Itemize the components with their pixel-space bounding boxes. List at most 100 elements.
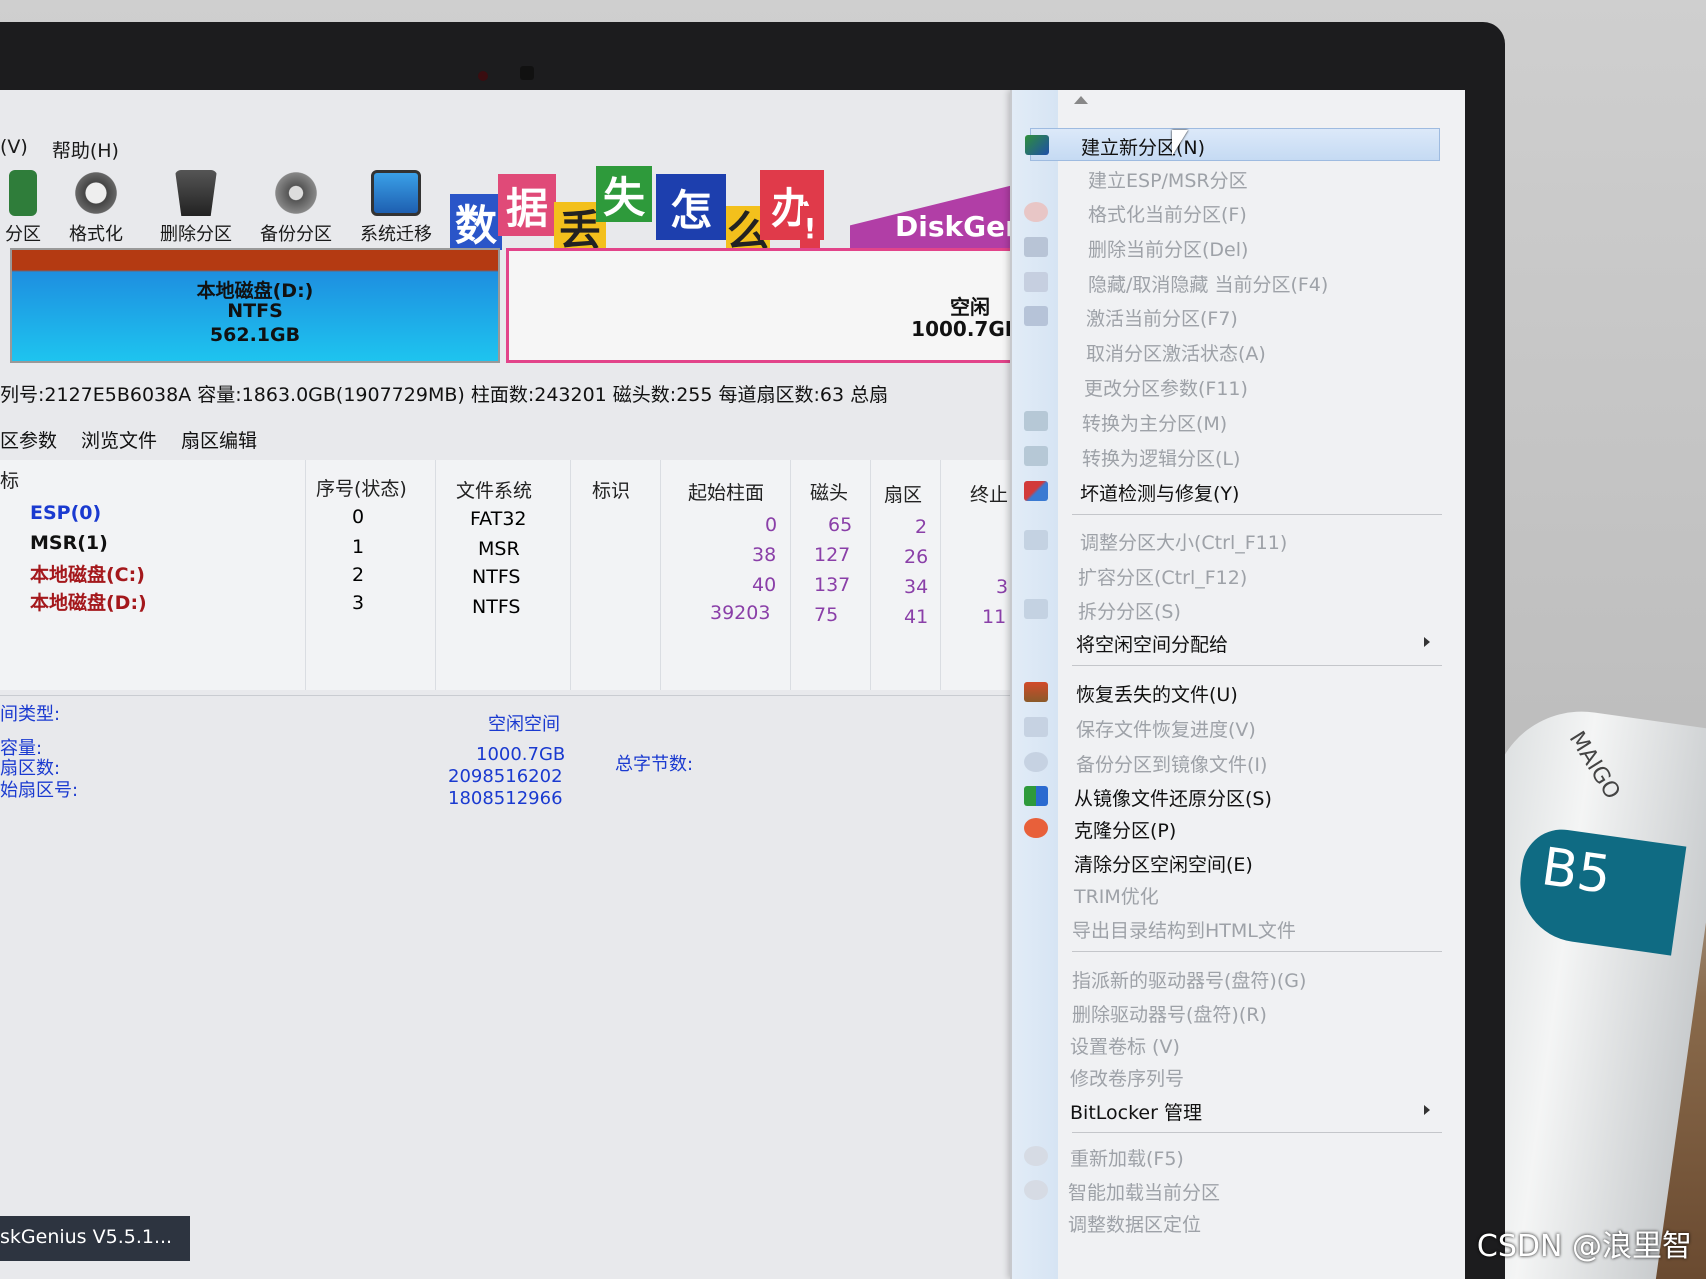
new-partition-icon bbox=[9, 170, 37, 216]
menu-item-to-primary[interactable]: 转换为主分区(M) bbox=[1012, 405, 1452, 438]
menu-item-label: 隐藏/取消隐藏 当前分区(F4) bbox=[1088, 274, 1329, 296]
tab-sector-edit[interactable]: 扇区编辑 bbox=[169, 426, 269, 456]
menu-item-change-params[interactable]: 更改分区参数(F11) bbox=[1012, 370, 1452, 403]
menu-item-wipe-free[interactable]: 清除分区空闲空间(E) bbox=[1012, 846, 1452, 879]
row-name: MSR(1) bbox=[30, 532, 108, 554]
banner-tile: 数 bbox=[450, 194, 502, 250]
menu-item-bitlocker[interactable]: BitLocker 管理 bbox=[1012, 1094, 1452, 1127]
free-label: 空闲 bbox=[950, 295, 990, 319]
menu-item-restore-image[interactable]: 从镜像文件还原分区(S) bbox=[1012, 780, 1452, 813]
menu-item-to-logical[interactable]: 转换为逻辑分区(L) bbox=[1012, 440, 1452, 473]
resize-icon bbox=[1024, 530, 1048, 550]
menu-item-label: 从镜像文件还原分区(S) bbox=[1074, 788, 1272, 810]
menu-item-label: 指派新的驱动器号(盘符)(G) bbox=[1072, 970, 1307, 992]
row-start-cyl: 38 bbox=[752, 544, 777, 566]
activate-icon bbox=[1024, 306, 1048, 326]
menu-item-backup-image[interactable]: 备份分区到镜像文件(I) bbox=[1012, 746, 1452, 779]
menu-item-hide[interactable]: 隐藏/取消隐藏 当前分区(F4) bbox=[1012, 266, 1452, 299]
menu-item-deactivate[interactable]: 取消分区激活状态(A) bbox=[1012, 335, 1452, 368]
taskbar-app-button[interactable]: skGenius V5.5.1... bbox=[0, 1216, 190, 1261]
column-header[interactable]: 标识 bbox=[592, 476, 630, 503]
menu-item-label: 清除分区空闲空间(E) bbox=[1074, 854, 1253, 876]
tool-label: 格式化 bbox=[69, 224, 123, 245]
format-icon bbox=[1024, 202, 1048, 222]
menu-item-label: 智能加载当前分区 bbox=[1068, 1182, 1221, 1204]
split-icon bbox=[1024, 599, 1048, 619]
menu-item-label: 导出目录结构到HTML文件 bbox=[1072, 920, 1296, 942]
webcam-icon bbox=[478, 71, 488, 81]
row-end: 11 bbox=[982, 606, 1007, 628]
row-head: 127 bbox=[814, 544, 851, 566]
menu-separator bbox=[1072, 665, 1442, 666]
menu-item-delete[interactable]: 删除当前分区(Del) bbox=[1012, 231, 1452, 264]
row-name: 本地磁盘(C:) bbox=[30, 564, 145, 586]
menu-item-adjust-data-area[interactable]: 调整数据区定位 bbox=[1012, 1206, 1452, 1239]
context-menu: 建立新分区(N) 建立ESP/MSR分区 格式化当前分区(F) 删除当前分区(D… bbox=[1010, 90, 1465, 1279]
restore-image-icon bbox=[1024, 786, 1048, 806]
menu-item-label: BitLocker 管理 bbox=[1070, 1102, 1202, 1124]
column-header[interactable]: 扇区 bbox=[884, 480, 922, 507]
partition-fs: NTFS bbox=[227, 300, 283, 322]
menu-item-smart-load[interactable]: 智能加载当前分区 bbox=[1012, 1174, 1452, 1207]
detail-start-sector-label: 始扇区号: bbox=[0, 780, 79, 801]
menu-item-label: 保存文件恢复进度(V) bbox=[1076, 719, 1256, 741]
banner-tile: 怎 bbox=[656, 174, 726, 240]
menu-item-resize[interactable]: 调整分区大小(Ctrl_F11) bbox=[1012, 524, 1452, 557]
column-divider bbox=[660, 460, 661, 690]
menu-separator bbox=[1072, 951, 1442, 952]
row-head: 137 bbox=[814, 574, 851, 596]
menu-item-assign-letter[interactable]: 指派新的驱动器号(盘符)(G) bbox=[1012, 962, 1452, 995]
column-header[interactable]: 起始柱面 bbox=[688, 478, 764, 505]
column-divider bbox=[870, 460, 871, 690]
menu-item-reload[interactable]: 重新加载(F5) bbox=[1012, 1140, 1452, 1173]
menu-item-recover-files[interactable]: 恢复丢失的文件(U) bbox=[1012, 676, 1452, 709]
column-header[interactable]: 磁头 bbox=[810, 478, 848, 505]
partition-d-block[interactable]: 本地磁盘(D:) NTFS 562.1GB bbox=[10, 248, 500, 363]
divider bbox=[0, 695, 1030, 696]
backup-partition-button[interactable]: 备份分区 bbox=[246, 166, 346, 246]
menu-item-create-esp-msr[interactable]: 建立ESP/MSR分区 bbox=[1012, 162, 1452, 195]
menu-item-format[interactable]: 格式化当前分区(F) bbox=[1012, 196, 1452, 229]
menu-item-export-html[interactable]: 导出目录结构到HTML文件 bbox=[1012, 912, 1452, 945]
menu-item-bad-sector[interactable]: 坏道检测与修复(Y) bbox=[1012, 475, 1452, 508]
column-divider bbox=[940, 460, 941, 690]
column-header[interactable]: 终止 bbox=[970, 480, 1008, 507]
menu-item-remove-letter[interactable]: 删除驱动器号(盘符)(R) bbox=[1012, 996, 1452, 1029]
menu-item-save-progress[interactable]: 保存文件恢复进度(V) bbox=[1012, 711, 1452, 744]
menu-item-split[interactable]: 拆分分区(S) bbox=[1012, 593, 1452, 626]
detail-sectors-value: 2098516202 bbox=[448, 766, 563, 787]
delete-partition-icon bbox=[175, 170, 217, 216]
menu-item-clone[interactable]: 克隆分区(P) bbox=[1012, 812, 1452, 845]
system-migrate-button[interactable]: 系统迁移 bbox=[346, 166, 446, 246]
menu-item-label: 转换为主分区(M) bbox=[1082, 413, 1228, 435]
menu-view[interactable]: (V) bbox=[0, 136, 28, 166]
menu-item-label: 拆分分区(S) bbox=[1078, 601, 1181, 623]
new-partition-button[interactable]: 分区 bbox=[0, 166, 46, 246]
submenu-arrow-icon bbox=[1424, 1105, 1430, 1115]
column-header[interactable]: 序号(状态) bbox=[316, 474, 407, 501]
menu-item-trim[interactable]: TRIM优化 bbox=[1012, 878, 1452, 911]
menu-item-allocate-free[interactable]: 将空闲空间分配给 bbox=[1012, 626, 1452, 659]
free-space-block[interactable]: 空闲 1000.7GB bbox=[506, 248, 1031, 363]
repair-tools-icon bbox=[1024, 481, 1048, 501]
column-header[interactable]: 文件系统 bbox=[456, 476, 532, 503]
row-fs: FAT32 bbox=[470, 508, 527, 530]
format-button[interactable]: 格式化 bbox=[46, 166, 146, 246]
tab-browse-files[interactable]: 浏览文件 bbox=[69, 426, 169, 456]
menu-item-activate[interactable]: 激活当前分区(F7) bbox=[1012, 300, 1452, 333]
delete-partition-button[interactable]: 删除分区 bbox=[146, 166, 246, 246]
menu-item-label: 建立ESP/MSR分区 bbox=[1088, 170, 1248, 192]
ad-banner[interactable]: 数 据 丢 失 怎 么 办 ! DiskGeni bbox=[450, 166, 1050, 256]
convert-primary-icon bbox=[1024, 411, 1048, 431]
mouse-cursor-icon bbox=[1172, 130, 1188, 156]
scroll-up-icon[interactable] bbox=[1074, 96, 1088, 104]
bottle-label: B5 bbox=[1537, 837, 1615, 907]
menu-help[interactable]: 帮助(H) bbox=[52, 136, 119, 166]
row-sector: 2 bbox=[915, 516, 928, 538]
menu-item-set-label[interactable]: 设置卷标 (V) bbox=[1012, 1028, 1452, 1061]
menu-item-new-partition[interactable]: 建立新分区(N) bbox=[1025, 128, 1440, 161]
menu-item-extend[interactable]: 扩容分区(Ctrl_F12) bbox=[1012, 559, 1452, 592]
column-header[interactable]: 标 bbox=[0, 466, 19, 493]
menu-item-change-serial[interactable]: 修改卷序列号 bbox=[1012, 1060, 1452, 1093]
tab-partition-params[interactable]: 区参数 bbox=[0, 426, 69, 456]
